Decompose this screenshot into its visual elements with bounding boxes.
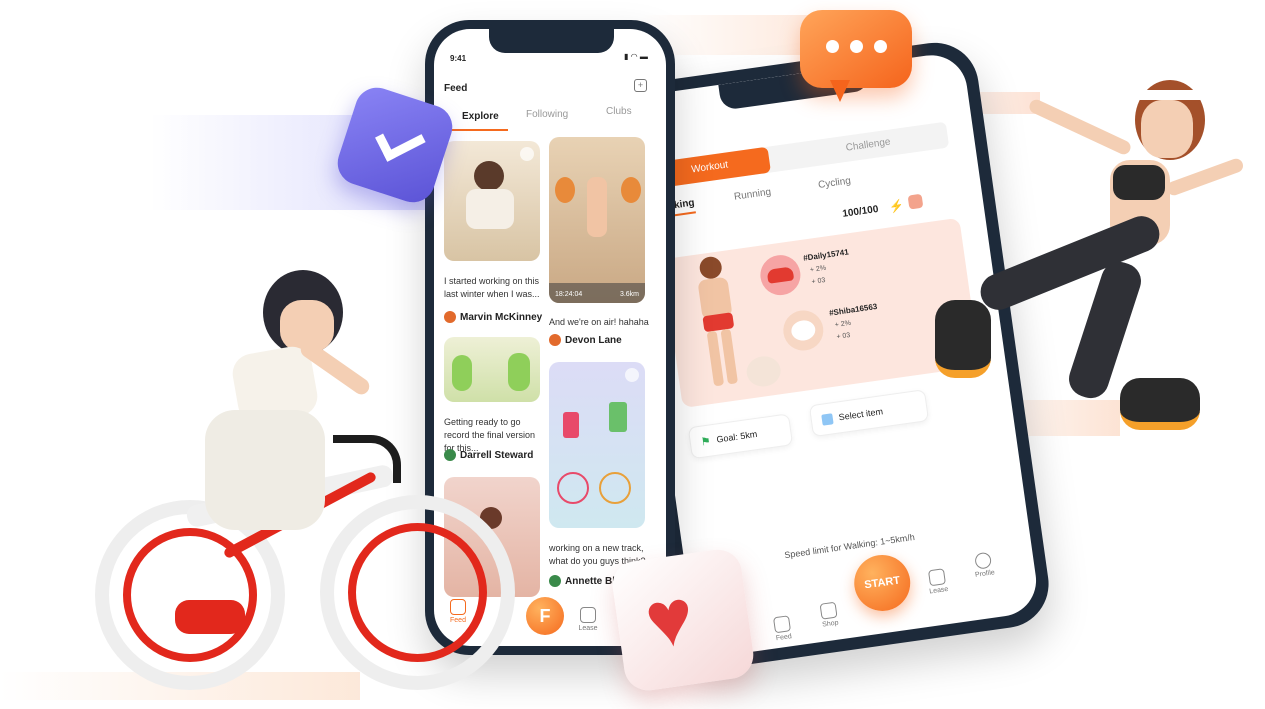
chat-bubble-icon [800,10,912,102]
author-name: Devon Lane [565,334,622,346]
play-icon [625,368,639,382]
box-icon [821,412,834,426]
feed-notch [489,29,614,53]
feed-icon [772,615,792,634]
runner-shoe-back [935,300,991,378]
status-time: 9:41 [450,54,467,63]
nav-lease-label: Lease [928,585,949,596]
rider-shoe [175,600,245,634]
flag-icon: ⚑ [700,435,712,449]
speed-limit-text: Speed limit for Walking: 1~5km/h [783,532,916,561]
goal-label: Goal: 5km [715,428,758,445]
post-image-1[interactable] [444,141,540,261]
nav-lease[interactable]: Lease [918,567,957,597]
tab-clubs[interactable]: Clubs [606,106,632,117]
status-icons: ▮ ◠ ▬ [624,52,648,61]
shoe-icon [757,252,803,298]
post-author-2[interactable]: Devon Lane [549,334,622,346]
front-wheel [320,495,515,690]
tab-challenge[interactable]: Challenge [797,123,939,168]
explore-underline [446,129,508,131]
select-item-chip[interactable]: Select item [808,389,930,438]
shoe2-stat1: + 2% [834,319,852,329]
shiba-icon [780,307,826,354]
goal-chip[interactable]: ⚑ Goal: 5km [687,413,794,460]
tab-explore[interactable]: Explore [462,111,499,122]
runner-shoe-front [1120,378,1200,430]
nav-shop-label: Shop [821,619,840,629]
feed-title: Feed [444,83,468,94]
nav-profile[interactable]: Profile [964,550,1003,580]
profile-icon [974,551,993,570]
heart-icon-tile: ♥ [609,546,757,694]
post-image-2[interactable]: 18:24:04 3.6km [549,137,645,303]
shoe1-stat2: + 03 [811,276,826,286]
nav-feed[interactable]: Feed [763,614,802,644]
post-caption-2: And we're on air! hahaha [549,317,649,327]
gift-icon [907,193,924,210]
add-post-icon[interactable]: + [634,79,647,92]
cyclist-character [95,270,515,690]
distance-value: 3.6km [619,291,639,298]
timer-value: 18:24:04 [555,291,583,298]
nav-lease-label: Lease [578,625,598,632]
nav-profile-label: Profile [974,569,996,579]
avatar-character [680,249,755,405]
shoe2-id: #Shiba16563 [828,302,878,318]
heart-icon: ♥ [639,571,700,666]
shoe1-stat1: + 2% [809,264,827,274]
nav-feed-label: Feed [775,633,793,643]
mode-running[interactable]: Running [733,187,771,203]
start-button[interactable]: START [850,551,914,615]
energy-value: 100/100 [841,203,880,220]
lease-icon [580,607,596,623]
nav-lease[interactable]: Lease [570,607,606,632]
tab-following[interactable]: Following [526,109,568,120]
play-icon [520,147,534,161]
shoe1-id: #Daily15741 [802,247,850,263]
avatar [549,575,561,587]
mode-cycling[interactable]: Cycling [818,175,852,190]
nav-shop[interactable]: Shop [810,600,849,630]
select-item-label: Select item [838,406,884,423]
lightning-icon: ⚡ [888,198,905,215]
item-card: #Daily15741 + 2% + 03 #Shiba16563 + 2% +… [662,217,981,408]
rider-legs [205,410,325,530]
avatar [549,334,561,346]
shop-icon [819,601,838,620]
post-image-4[interactable] [549,362,645,528]
lease-icon [927,568,947,587]
shoe2-stat2: + 03 [836,332,851,341]
runner-character [935,60,1265,450]
workout-tab-bar: Workout Challenge [648,121,950,190]
fitness-fab-button[interactable]: F [526,597,564,635]
runner-legs [975,210,1165,316]
